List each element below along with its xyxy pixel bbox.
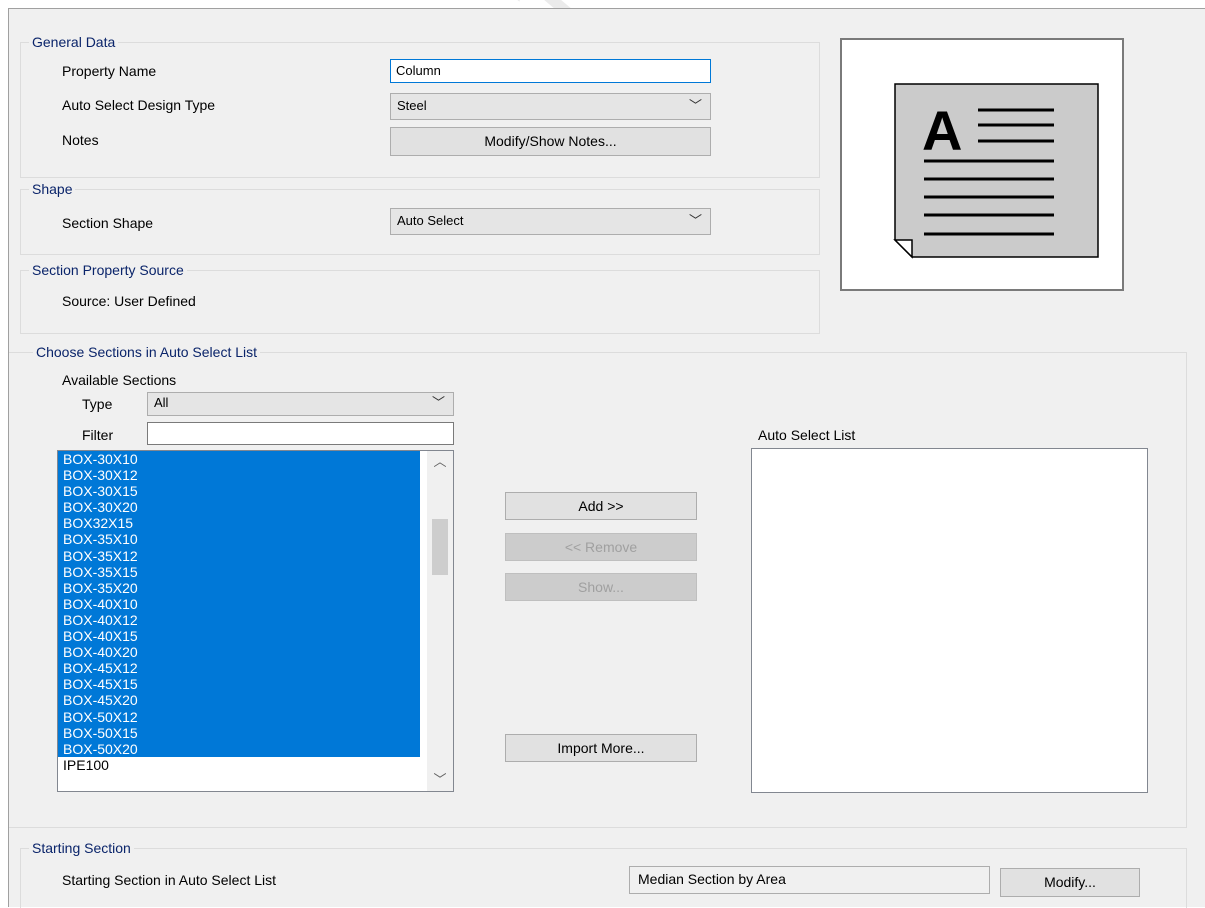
show-button[interactable]: Show... bbox=[505, 573, 697, 601]
filter-input[interactable] bbox=[147, 422, 454, 445]
list-item[interactable]: BOX-50X20 bbox=[58, 740, 420, 757]
list-item[interactable]: BOX-40X20 bbox=[58, 644, 420, 661]
chevron-down-icon: ﹀ bbox=[688, 98, 702, 113]
scroll-thumb[interactable] bbox=[432, 519, 448, 575]
list-item[interactable]: BOX-35X15 bbox=[58, 563, 420, 580]
general-data-legend: General Data bbox=[29, 33, 119, 51]
type-value: All bbox=[154, 395, 169, 410]
list-item[interactable]: BOX-30X15 bbox=[58, 483, 420, 500]
list-item[interactable]: BOX-45X12 bbox=[58, 660, 420, 677]
list-item[interactable]: BOX-40X15 bbox=[58, 628, 420, 645]
available-sections-scrollbar[interactable]: ︿ ﹀ bbox=[427, 451, 453, 791]
list-item[interactable]: BOX-35X12 bbox=[58, 547, 420, 564]
list-item[interactable]: BOX-40X10 bbox=[58, 595, 420, 612]
remove-button[interactable]: << Remove bbox=[505, 533, 697, 561]
scroll-down-icon[interactable]: ﹀ bbox=[427, 769, 453, 791]
add-button[interactable]: Add >> bbox=[505, 492, 697, 520]
property-name-label: Property Name bbox=[62, 63, 157, 79]
modify-starting-section-button[interactable]: Modify... bbox=[1000, 868, 1140, 897]
design-type-value: Steel bbox=[397, 98, 427, 113]
starting-section-value: Median Section by Area bbox=[629, 866, 990, 894]
list-item[interactable]: BOX-30X20 bbox=[58, 499, 420, 516]
list-item[interactable]: BOX-40X12 bbox=[58, 611, 420, 629]
design-type-label: Auto Select Design Type bbox=[62, 97, 216, 113]
scroll-up-icon[interactable]: ︿ bbox=[427, 451, 453, 473]
available-sections-list[interactable]: BOX-30X10 BOX-30X12 BOX-30X15 BOX-30X20 BOX3… bbox=[57, 450, 454, 792]
auto-select-list[interactable] bbox=[751, 448, 1148, 793]
starting-section-legend: Starting Section bbox=[29, 839, 134, 857]
modify-show-notes-button[interactable]: Modify/Show Notes... bbox=[390, 127, 711, 156]
list-item[interactable]: BOX-35X20 bbox=[58, 579, 420, 596]
section-shape-label: Section Shape bbox=[62, 215, 154, 231]
preview-letter: A bbox=[922, 99, 962, 162]
list-item[interactable]: BOX-50X15 bbox=[58, 724, 420, 741]
starting-section-label: Starting Section in Auto Select List bbox=[62, 872, 277, 888]
list-item[interactable]: BOX32X15 bbox=[58, 515, 420, 532]
chevron-down-icon: ﹀ bbox=[688, 213, 702, 228]
chevron-down-icon: ﹀ bbox=[431, 395, 445, 410]
shape-legend: Shape bbox=[29, 180, 76, 198]
section-property-source-legend: Section Property Source bbox=[29, 261, 187, 279]
document-text-icon: A bbox=[893, 83, 1099, 259]
auto-select-list-label: Auto Select List bbox=[758, 427, 856, 443]
available-sections-label: Available Sections bbox=[62, 372, 177, 388]
source-text: Source: User Defined bbox=[62, 293, 196, 309]
list-item[interactable]: IPE100 bbox=[58, 757, 420, 773]
list-item[interactable]: BOX-35X10 bbox=[58, 531, 420, 548]
list-item[interactable]: BOX-30X12 bbox=[58, 467, 420, 484]
choose-sections-legend: Choose Sections in Auto Select List bbox=[33, 343, 261, 361]
design-type-select[interactable]: Steel ﹀ bbox=[390, 93, 711, 120]
section-shape-select[interactable]: Auto Select ﹀ bbox=[390, 208, 711, 235]
list-item[interactable]: BOX-30X10 bbox=[58, 451, 420, 468]
list-item[interactable]: BOX-50X12 bbox=[58, 708, 420, 725]
list-item[interactable]: BOX-45X20 bbox=[58, 692, 420, 709]
type-label: Type bbox=[82, 396, 113, 412]
list-item[interactable]: BOX-45X15 bbox=[58, 676, 420, 693]
type-select[interactable]: All ﹀ bbox=[147, 392, 454, 416]
section-preview: A bbox=[840, 38, 1124, 291]
import-more-button[interactable]: Import More... bbox=[505, 734, 697, 762]
filter-label: Filter bbox=[82, 427, 114, 443]
section-shape-value: Auto Select bbox=[397, 213, 464, 228]
notes-label: Notes bbox=[62, 132, 99, 148]
section-property-dialog: General Data Property Name Column Auto S… bbox=[8, 8, 1205, 908]
property-name-input[interactable]: Column bbox=[390, 59, 711, 83]
available-sections-items: BOX-30X10 BOX-30X12 BOX-30X15 BOX-30X20 BOX3… bbox=[58, 451, 420, 773]
